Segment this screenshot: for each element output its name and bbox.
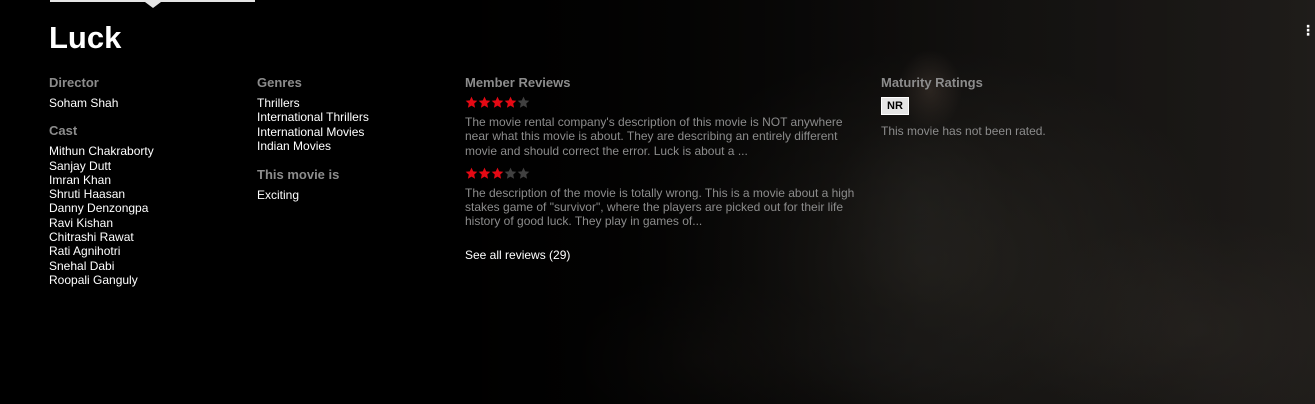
genre-link[interactable]: Indian Movies	[257, 139, 447, 153]
star-filled-icon	[478, 96, 491, 109]
star-filled-icon	[491, 96, 504, 109]
cast-member[interactable]: Mithun Chakraborty	[49, 144, 239, 158]
review-text: The movie rental company's description o…	[465, 115, 843, 158]
cast-member[interactable]: Roopali Ganguly	[49, 273, 239, 287]
review-item: The description of the movie is totally …	[465, 167, 865, 229]
reviews-column: Member Reviews The movie rental company'…	[465, 75, 865, 264]
credits-column: Director Soham Shah Cast Mithun Chakrabo…	[49, 75, 239, 287]
genre-link[interactable]: International Thrillers	[257, 110, 447, 124]
star-empty-icon	[504, 167, 517, 180]
star-empty-icon	[517, 167, 530, 180]
cast-member[interactable]: Shruti Haasan	[49, 187, 239, 201]
cast-member[interactable]: Rati Agnihotri	[49, 244, 239, 258]
cast-member[interactable]: Snehal Dabi	[49, 259, 239, 273]
star-filled-icon	[465, 167, 478, 180]
maturity-column: Maturity Ratings NR This movie has not b…	[881, 75, 1121, 138]
review-item: The movie rental company's description o…	[465, 96, 865, 158]
director-list: Soham Shah	[49, 96, 239, 110]
star-filled-icon	[491, 167, 504, 180]
movie-tag[interactable]: Exciting	[257, 188, 447, 202]
this-movie-is-label: This movie is	[257, 167, 340, 183]
maturity-rating-badge: NR	[881, 97, 909, 115]
star-filled-icon	[465, 96, 478, 109]
cast-member[interactable]: Imran Khan	[49, 173, 239, 187]
genre-list: Thrillers International Thrillers Intern…	[257, 96, 447, 153]
more-options-icon[interactable]: ⋮	[1301, 22, 1315, 39]
genres-column: Genres Thrillers International Thrillers…	[257, 75, 447, 202]
maturity-description: This movie has not been rated.	[881, 124, 1046, 138]
cast-label: Cast	[49, 123, 78, 139]
cast-member[interactable]: Sanjay Dutt	[49, 159, 239, 173]
director-label: Director	[49, 75, 99, 90]
cast-member[interactable]: Ravi Kishan	[49, 216, 239, 230]
page-title: Luck	[49, 20, 122, 55]
maturity-label: Maturity Ratings	[881, 75, 983, 90]
see-all-reviews-link[interactable]: See all reviews (29)	[465, 248, 570, 262]
star-filled-icon	[478, 167, 491, 180]
cast-member[interactable]: Danny Denzongpa	[49, 201, 239, 215]
star-rating	[465, 167, 865, 181]
cast-member[interactable]: Chitrashi Rawat	[49, 230, 239, 244]
star-rating	[465, 96, 865, 110]
star-empty-icon	[517, 96, 530, 109]
director-name[interactable]: Soham Shah	[49, 96, 239, 110]
review-text: The description of the movie is totally …	[465, 185, 855, 229]
reviews-label: Member Reviews	[465, 75, 571, 90]
genre-link[interactable]: Thrillers	[257, 96, 447, 110]
star-filled-icon	[504, 96, 517, 109]
genres-label: Genres	[257, 75, 302, 90]
genre-link[interactable]: International Movies	[257, 125, 447, 139]
cast-list: Mithun Chakraborty Sanjay Dutt Imran Kha…	[49, 144, 239, 287]
tab-notch-icon	[145, 2, 161, 8]
